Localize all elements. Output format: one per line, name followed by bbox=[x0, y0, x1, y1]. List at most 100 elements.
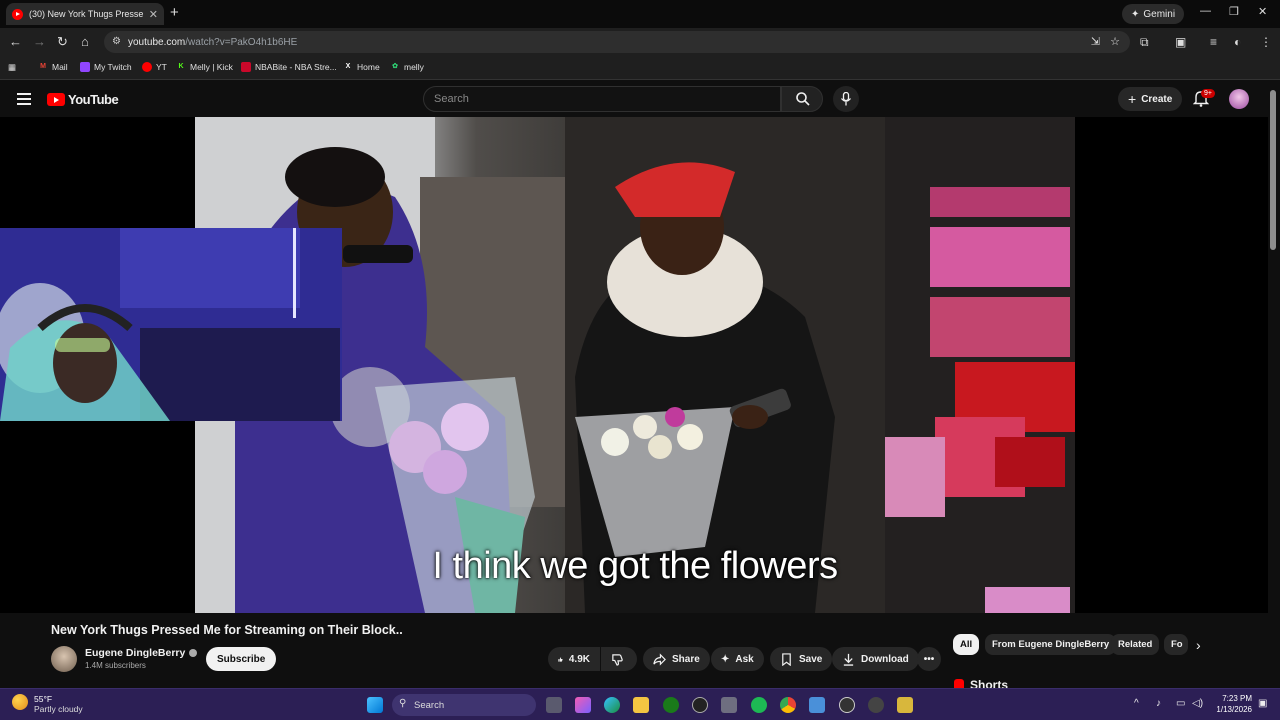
windows-taskbar: 55°F Partly cloudy ⚲ Search ^ ♪ ▭ ◁) 7:2… bbox=[0, 688, 1280, 720]
more-actions-button[interactable]: ••• bbox=[917, 647, 941, 671]
install-icon[interactable]: ⇲ bbox=[1091, 35, 1100, 48]
twitch-icon bbox=[80, 62, 90, 72]
dislike-button[interactable] bbox=[601, 647, 637, 671]
page-scrollbar[interactable] bbox=[1270, 90, 1276, 250]
search-button[interactable] bbox=[781, 86, 823, 112]
sparkle-icon: ✦ bbox=[721, 653, 730, 665]
x-icon: X bbox=[345, 63, 351, 70]
volume-icon[interactable]: ◁) bbox=[1192, 698, 1203, 709]
chip-from-channel[interactable]: From Eugene DingleBerry bbox=[985, 634, 1117, 655]
taskbar-search[interactable]: ⚲ Search bbox=[392, 694, 536, 716]
system-clock[interactable]: 7:23 PM 1/13/2026 bbox=[1208, 693, 1252, 715]
channel-name[interactable]: Eugene DingleBerry bbox=[85, 647, 198, 659]
show-hidden-icons[interactable]: ^ bbox=[1134, 698, 1139, 709]
weather-widget[interactable]: 55°F Partly cloudy bbox=[12, 694, 83, 714]
github-icon[interactable] bbox=[692, 697, 708, 713]
video-caption: I think we got the flowers bbox=[432, 545, 838, 587]
profile-icon[interactable]: ◐ bbox=[1234, 35, 1241, 49]
bookmark-my-twitch[interactable]: My Twitch bbox=[80, 62, 132, 72]
bookmark-home[interactable]: X Home bbox=[343, 62, 380, 72]
share-button[interactable]: Share bbox=[643, 647, 710, 671]
xbox-icon[interactable] bbox=[663, 697, 679, 713]
download-icon bbox=[843, 653, 854, 666]
gmail-icon: M bbox=[40, 63, 46, 70]
new-tab-button[interactable]: + bbox=[170, 4, 179, 21]
close-tab-icon[interactable]: ✕ bbox=[149, 8, 158, 21]
gemini-button[interactable]: ✦ Gemini bbox=[1122, 4, 1185, 24]
chip-all[interactable]: All bbox=[953, 634, 980, 655]
bookmark-star-icon[interactable]: ☆ bbox=[1110, 35, 1120, 48]
bookmark-melly[interactable]: ✿ melly bbox=[390, 62, 424, 72]
close-window-icon[interactable]: ✕ bbox=[1258, 5, 1267, 18]
notification-center-icon[interactable]: ▣ bbox=[1258, 698, 1267, 709]
video-title: New York Thugs Pressed Me for Streaming … bbox=[51, 623, 403, 637]
like-count: 4.9K bbox=[568, 653, 590, 665]
file-explorer-icon[interactable] bbox=[633, 697, 649, 713]
chrome-icon[interactable] bbox=[780, 697, 796, 713]
apps-grid-icon[interactable]: ▦ bbox=[8, 62, 16, 73]
menu-kebab-icon[interactable]: ⋮ bbox=[1260, 35, 1272, 49]
subscribe-button[interactable]: Subscribe bbox=[206, 647, 277, 671]
media-player-icon[interactable] bbox=[839, 697, 855, 713]
search-icon: ⚲ bbox=[399, 698, 407, 709]
extensions-icon[interactable]: ⧉ bbox=[1140, 35, 1149, 50]
site-info-icon[interactable]: ⚙ bbox=[112, 36, 121, 47]
browser-tab-strip: (30) New York Thugs Presse ✕ + ✦ Gemini … bbox=[0, 0, 1280, 28]
youtube-logo[interactable]: YouTube bbox=[47, 92, 119, 107]
share-icon bbox=[653, 652, 666, 666]
bookmark-nbabite[interactable]: NBABite - NBA Stre... bbox=[241, 62, 337, 72]
bookmark-mail[interactable]: M Mail bbox=[38, 62, 68, 72]
create-label: Create bbox=[1141, 93, 1173, 105]
weather-condition: Partly cloudy bbox=[34, 704, 83, 714]
bookmark-kick[interactable]: K Melly | Kick bbox=[176, 62, 232, 72]
youtube-favicon-icon bbox=[12, 8, 23, 20]
microphone-tray-icon[interactable]: ♪ bbox=[1156, 698, 1161, 709]
forward-icon[interactable]: → bbox=[33, 34, 46, 49]
url-host: youtube.com bbox=[128, 36, 186, 48]
youtube-play-icon bbox=[47, 93, 65, 106]
youtube-icon bbox=[142, 62, 152, 72]
ask-button[interactable]: ✦ Ask bbox=[711, 647, 764, 671]
minimize-icon[interactable]: — bbox=[1200, 5, 1211, 17]
app-yellow-icon[interactable] bbox=[897, 697, 913, 713]
voice-search-button[interactable] bbox=[833, 86, 859, 112]
photos-icon[interactable] bbox=[809, 697, 825, 713]
spotify-icon[interactable] bbox=[751, 697, 767, 713]
notification-badge: 9+ bbox=[1201, 89, 1215, 98]
sparkle-icon: ✦ bbox=[1131, 8, 1140, 20]
start-windows-icon[interactable] bbox=[367, 697, 383, 713]
chevron-right-icon[interactable]: › bbox=[1196, 637, 1201, 653]
bookmark-yt[interactable]: YT bbox=[142, 62, 167, 72]
create-button[interactable]: + Create bbox=[1118, 87, 1183, 111]
copilot-icon[interactable] bbox=[575, 697, 591, 713]
more-horizontal-icon: ••• bbox=[923, 653, 935, 665]
kick-icon: K bbox=[178, 63, 184, 70]
reload-icon[interactable]: ↻ bbox=[57, 34, 68, 50]
media-icon[interactable]: ≡ bbox=[1210, 35, 1217, 49]
chip-more[interactable]: Fo bbox=[1164, 634, 1188, 655]
store-icon[interactable] bbox=[721, 697, 737, 713]
save-button[interactable]: Save bbox=[770, 647, 833, 671]
browser-toolbar: ← → ↻ ⌂ ⚙ youtube.com/watch?v=PakO4h1b6H… bbox=[0, 28, 1280, 56]
like-button[interactable]: 4.9K bbox=[548, 647, 600, 671]
channel-avatar[interactable] bbox=[51, 646, 77, 672]
chip-related[interactable]: Related bbox=[1111, 634, 1160, 655]
gemini-label: Gemini bbox=[1143, 8, 1176, 20]
microphone-icon bbox=[840, 92, 852, 106]
maximize-icon[interactable]: ❐ bbox=[1229, 5, 1239, 18]
hamburger-menu-icon[interactable] bbox=[17, 93, 31, 108]
sidepanel-icon[interactable]: ▣ bbox=[1175, 35, 1186, 49]
edge-icon[interactable] bbox=[604, 697, 620, 713]
search-input[interactable]: Search bbox=[423, 86, 781, 112]
download-button[interactable]: Download bbox=[832, 647, 919, 671]
thumbs-down-icon bbox=[612, 653, 623, 666]
back-icon[interactable]: ← bbox=[9, 34, 22, 49]
app-arrow-icon[interactable] bbox=[868, 697, 884, 713]
video-player[interactable]: I think we got the flowers bbox=[0, 117, 1268, 613]
task-view-icon[interactable] bbox=[546, 697, 562, 713]
account-avatar[interactable] bbox=[1229, 89, 1249, 109]
browser-tab[interactable]: (30) New York Thugs Presse ✕ bbox=[6, 3, 164, 25]
address-bar[interactable]: ⚙ youtube.com/watch?v=PakO4h1b6HE ⇲ ☆ bbox=[104, 31, 1130, 53]
network-icon[interactable]: ▭ bbox=[1176, 698, 1185, 709]
home-icon[interactable]: ⌂ bbox=[81, 34, 89, 49]
